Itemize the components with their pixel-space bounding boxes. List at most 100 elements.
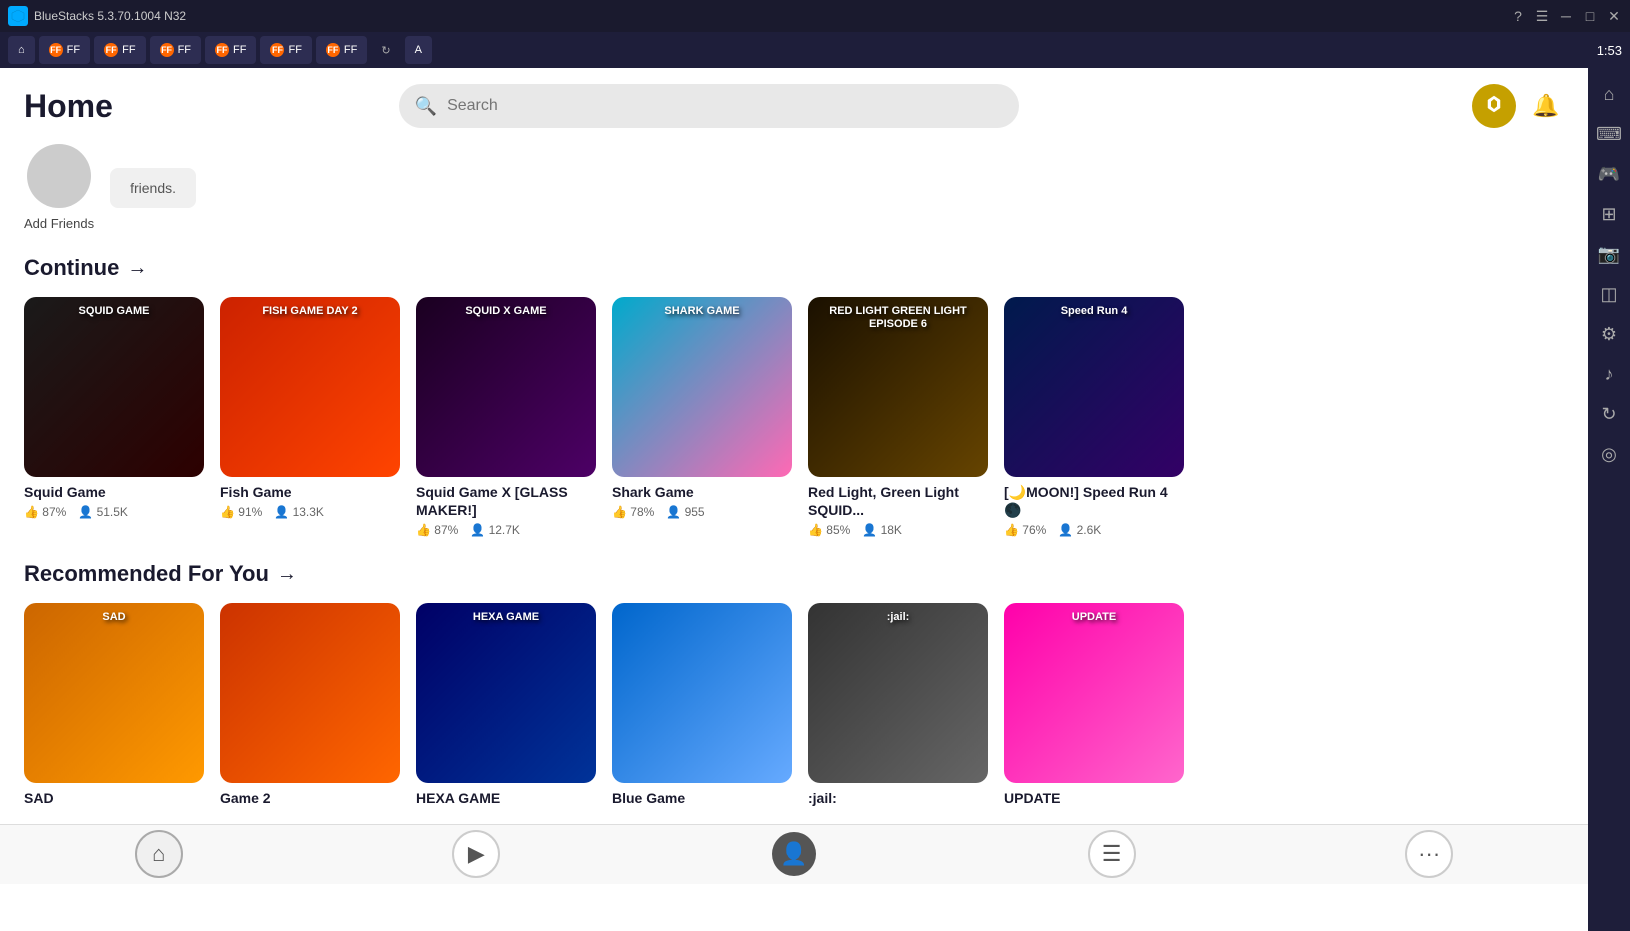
- play-nav-icon: ▶: [468, 841, 485, 867]
- tab-ff-6[interactable]: FF FF: [316, 36, 367, 64]
- like-stat: 👍 78%: [612, 505, 654, 519]
- game-thumb-text: [612, 603, 792, 619]
- refresh-button[interactable]: ↻: [371, 36, 400, 64]
- game-card[interactable]: :jail: :jail:: [808, 603, 988, 807]
- game-thumb-text: Speed Run 4: [1004, 297, 1184, 326]
- sidebar-layers-icon[interactable]: ◫: [1591, 276, 1627, 312]
- tab-ff-2[interactable]: FF FF: [94, 36, 145, 64]
- game-thumb-text: RED LIGHT GREEN LIGHT EPISODE 6: [808, 297, 988, 339]
- content-area: Home 🔍 🔔: [0, 68, 1588, 931]
- game-card[interactable]: UPDATE UPDATE: [1004, 603, 1184, 807]
- sidebar-rotate-icon[interactable]: ↻: [1591, 396, 1627, 432]
- game-title: UPDATE: [1004, 789, 1184, 807]
- game-thumb-text: :jail:: [808, 603, 988, 632]
- game-stats: 👍 91% 👤 13.3K: [220, 505, 400, 519]
- page-title: Home: [24, 88, 164, 125]
- player-stat: 👤 13.3K: [274, 505, 324, 519]
- search-input[interactable]: [447, 97, 1003, 115]
- right-sidebar: ⌂ ⌨ 🎮 ⊞ 📷 ◫ ⚙ ♪ ↻ ◎: [1588, 68, 1630, 931]
- tab-ff-1-icon: FF: [49, 43, 63, 57]
- continue-section-title[interactable]: Continue →: [0, 247, 1588, 289]
- game-stats: 👍 87% 👤 51.5K: [24, 505, 204, 519]
- sidebar-keyboard-icon[interactable]: ⌨: [1591, 116, 1627, 152]
- game-title: Fish Game: [220, 483, 400, 501]
- maximize-button[interactable]: □: [1582, 8, 1598, 24]
- game-stats: 👍 87% 👤 12.7K: [416, 523, 596, 537]
- minimize-button[interactable]: ─: [1558, 8, 1574, 24]
- add-friends-box[interactable]: friends.: [110, 168, 196, 208]
- sidebar-gamepad-icon[interactable]: 🎮: [1591, 156, 1627, 192]
- game-title: Blue Game: [612, 789, 792, 807]
- home-nav-button[interactable]: ⌂: [135, 830, 183, 878]
- game-card[interactable]: HEXA GAME HEXA GAME: [416, 603, 596, 807]
- friends-text: friends.: [130, 180, 176, 196]
- player-stat: 👤 18K: [862, 523, 902, 537]
- title-bar: BlueStacks 5.3.70.1004 N32 ? ☰ ─ □ ✕: [0, 0, 1630, 32]
- game-card[interactable]: SQUID GAME Squid Game 👍 87% 👤 51.5K: [24, 297, 204, 537]
- game-card[interactable]: SQUID X GAME Squid Game X [GLASS MAKER!]…: [416, 297, 596, 537]
- more-nav-button[interactable]: ···: [1405, 830, 1453, 878]
- tab-bar: ⌂ FF FF FF FF FF FF FF FF FF FF FF FF ↻ …: [0, 32, 1630, 68]
- tab-ff-5-icon: FF: [270, 43, 284, 57]
- sidebar-camera-icon[interactable]: 📷: [1591, 236, 1627, 272]
- robux-icon: [1484, 94, 1504, 119]
- continue-arrow: →: [127, 257, 147, 280]
- friends-section: Add Friends friends.: [0, 144, 1588, 247]
- search-icon: 🔍: [415, 96, 437, 117]
- game-thumbnail: [612, 603, 792, 783]
- title-bar-left: BlueStacks 5.3.70.1004 N32: [8, 6, 186, 26]
- game-thumb-text: SQUID X GAME: [416, 297, 596, 326]
- chat-nav-button[interactable]: ☰: [1088, 830, 1136, 878]
- avatar-nav-button[interactable]: 👤: [770, 830, 818, 878]
- tab-ff-5[interactable]: FF FF: [260, 36, 311, 64]
- sidebar-volume-icon[interactable]: ♪: [1591, 356, 1627, 392]
- menu-button[interactable]: ☰: [1534, 8, 1550, 24]
- game-card[interactable]: Speed Run 4 [🌙MOON!] Speed Run 4 🌑 👍 76%…: [1004, 297, 1184, 537]
- game-card[interactable]: Blue Game: [612, 603, 792, 807]
- game-thumb-text: SQUID GAME: [24, 297, 204, 326]
- add-friends-label[interactable]: Add Friends: [24, 216, 94, 231]
- game-thumbnail: UPDATE: [1004, 603, 1184, 783]
- game-title: Game 2: [220, 789, 400, 807]
- game-card[interactable]: SHARK GAME Shark Game 👍 78% 👤 955: [612, 297, 792, 537]
- sidebar-home-icon[interactable]: ⌂: [1591, 76, 1627, 112]
- play-nav-button[interactable]: ▶: [452, 830, 500, 878]
- game-card[interactable]: Game 2: [220, 603, 400, 807]
- tab-ff-3[interactable]: FF FF: [150, 36, 201, 64]
- tab-home-icon[interactable]: ⌂: [8, 36, 35, 64]
- game-card[interactable]: SAD SAD: [24, 603, 204, 807]
- game-card[interactable]: RED LIGHT GREEN LIGHT EPISODE 6 Red Ligh…: [808, 297, 988, 537]
- game-thumbnail: :jail:: [808, 603, 988, 783]
- help-button[interactable]: ?: [1510, 8, 1526, 24]
- user-avatar: 👤: [772, 832, 816, 876]
- search-bar[interactable]: 🔍: [399, 84, 1019, 128]
- sidebar-settings-icon[interactable]: ⚙: [1591, 316, 1627, 352]
- sidebar-location-icon[interactable]: ◎: [1591, 436, 1627, 472]
- continue-games-row: SQUID GAME Squid Game 👍 87% 👤 51.5K FISH…: [0, 289, 1588, 553]
- tab-a[interactable]: A: [405, 36, 432, 64]
- like-stat: 👍 76%: [1004, 523, 1046, 537]
- game-title: Squid Game: [24, 483, 204, 501]
- sidebar-grid-icon[interactable]: ⊞: [1591, 196, 1627, 232]
- recommended-section-title[interactable]: Recommended For You →: [0, 553, 1588, 595]
- game-thumb-text: SAD: [24, 603, 204, 632]
- like-stat: 👍 87%: [24, 505, 66, 519]
- game-card[interactable]: FISH GAME DAY 2 Fish Game 👍 91% 👤 13.3K: [220, 297, 400, 537]
- game-thumb-text: FISH GAME DAY 2: [220, 297, 400, 326]
- game-thumb-text: [220, 603, 400, 619]
- game-title: Red Light, Green Light SQUID...: [808, 483, 988, 519]
- tab-ff-2-label: FF: [122, 44, 135, 56]
- game-thumb-text: SHARK GAME: [612, 297, 792, 326]
- tab-ff-1[interactable]: FF FF: [39, 36, 90, 64]
- game-thumb-text: HEXA GAME: [416, 603, 596, 632]
- game-thumbnail: HEXA GAME: [416, 603, 596, 783]
- robux-button[interactable]: [1472, 84, 1516, 128]
- game-thumbnail: SAD: [24, 603, 204, 783]
- app-title: BlueStacks 5.3.70.1004 N32: [34, 9, 186, 23]
- notification-button[interactable]: 🔔: [1528, 88, 1564, 124]
- title-bar-controls: ? ☰ ─ □ ✕: [1510, 8, 1622, 24]
- tab-ff-4[interactable]: FF FF: [205, 36, 256, 64]
- close-button[interactable]: ✕: [1606, 8, 1622, 24]
- tab-ff-3-icon: FF: [160, 43, 174, 57]
- game-title: Shark Game: [612, 483, 792, 501]
